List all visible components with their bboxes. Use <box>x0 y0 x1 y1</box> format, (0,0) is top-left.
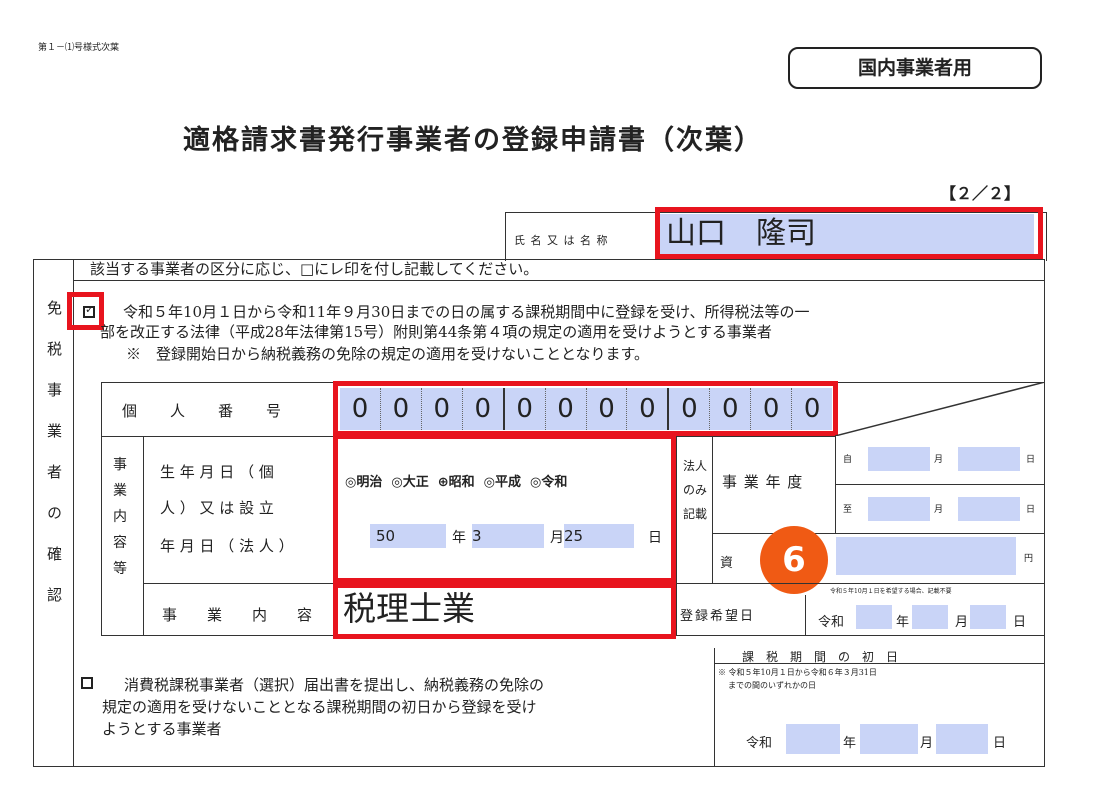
fiscal-from-day-field[interactable] <box>958 447 1020 471</box>
tax-period-day-field[interactable] <box>936 724 988 754</box>
registration-year-field[interactable] <box>856 605 892 629</box>
birthdate-highlight <box>333 434 676 583</box>
exemption-text-1: 令和５年10月１日から令和11年９月30日までの日の属する課税期間中に登録を受け… <box>123 303 810 321</box>
tax-period-note-2: までの間のいずれかの日 <box>728 681 816 690</box>
tax-period-header: 課 税 期 間 の 初 日 <box>742 650 899 664</box>
exemption-note: ※ 登録開始日から納税義務の免除の規定の適用を受けないこととなります。 <box>126 345 650 363</box>
election-text-2: 規定の適用を受けないこととなる課税期間の初日から登録を受け <box>102 698 537 716</box>
fiscal-from-label: 自 <box>843 455 853 465</box>
election-text-3: ようとする事業者 <box>102 720 222 738</box>
name-label: 氏 名 又 は 名 称 <box>514 234 609 247</box>
birth-label-3: 年 月 日 （ 法 人 ） <box>160 537 294 555</box>
form-code: 第１－⑴号様式次葉 <box>38 43 120 53</box>
capital-label: 資 <box>720 556 734 571</box>
instruction-text: 該当する事業者の区分に応じ、□にレ印を付し記載してください。 <box>90 260 539 278</box>
exemption-text-2: 部を改正する法律（平成28年法律第15号）附則第44条第４項の規定の適用を受けよ… <box>100 323 772 341</box>
diagonal-slash <box>835 382 1045 436</box>
business-content-highlight <box>333 583 676 639</box>
registration-year-unit: 年 <box>896 615 910 630</box>
business-side-label: 事業内容等 <box>113 457 127 577</box>
tax-period-day-unit: 日 <box>993 736 1007 751</box>
fiscal-to-month-unit: 月 <box>934 505 944 515</box>
page-indicator: 【２／２】 <box>940 184 1021 203</box>
registration-day-unit: 日 <box>1013 615 1027 630</box>
page-title: 適格請求書発行事業者の登録申請書（次葉） <box>183 125 763 156</box>
tax-period-note-1: ※ 令和５年10月１日から令和６年３月31日 <box>718 668 877 677</box>
birth-label-1: 生 年 月 日 （ 個 <box>160 463 274 481</box>
tax-period-month-field[interactable] <box>860 724 918 754</box>
registration-month-field[interactable] <box>912 605 948 629</box>
fiscal-to-month-field[interactable] <box>868 497 930 521</box>
registration-note: 令和５年10月１日を希望する場合、記載不要 <box>830 588 952 595</box>
registration-month-unit: 月 <box>955 615 969 630</box>
election-text-1: 消費税課税事業者（選択）届出書を提出し、納税義務の免除の <box>124 676 545 694</box>
election-checkbox[interactable] <box>81 677 93 689</box>
tax-period-month-unit: 月 <box>920 736 934 751</box>
capital-field[interactable] <box>836 537 1016 575</box>
fiscal-to-label: 至 <box>843 505 853 515</box>
registration-label: 登録希望日 <box>680 609 756 624</box>
fiscal-year-label: 事 業 年 度 <box>722 473 804 491</box>
tax-period-era: 令和 <box>746 736 773 751</box>
registration-era: 令和 <box>818 615 845 630</box>
business-content-label: 事 業 内 容 <box>162 606 313 624</box>
checkbox-highlight <box>67 292 104 330</box>
name-highlight <box>655 207 1043 259</box>
birth-label-2: 人 ） 又 は 設 立 <box>160 499 274 517</box>
capital-unit: 円 <box>1024 554 1034 564</box>
domestic-business-badge: 国内事業者用 <box>788 47 1042 89</box>
fiscal-to-day-unit: 日 <box>1026 505 1036 515</box>
tax-period-year-field[interactable] <box>786 724 840 754</box>
fiscal-from-month-unit: 月 <box>934 455 944 465</box>
personal-number-highlight <box>333 381 838 436</box>
tax-period-year-unit: 年 <box>843 736 857 751</box>
personal-number-label: 個 人 番 号 <box>122 402 283 420</box>
fiscal-from-month-field[interactable] <box>868 447 930 471</box>
fiscal-to-day-field[interactable] <box>958 497 1020 521</box>
registration-day-field[interactable] <box>970 605 1006 629</box>
fiscal-from-day-unit: 日 <box>1026 455 1036 465</box>
exemption-section-label: 免税事業者の確認 <box>45 300 63 628</box>
corp-only-label: 法人のみ記載 <box>682 459 707 521</box>
